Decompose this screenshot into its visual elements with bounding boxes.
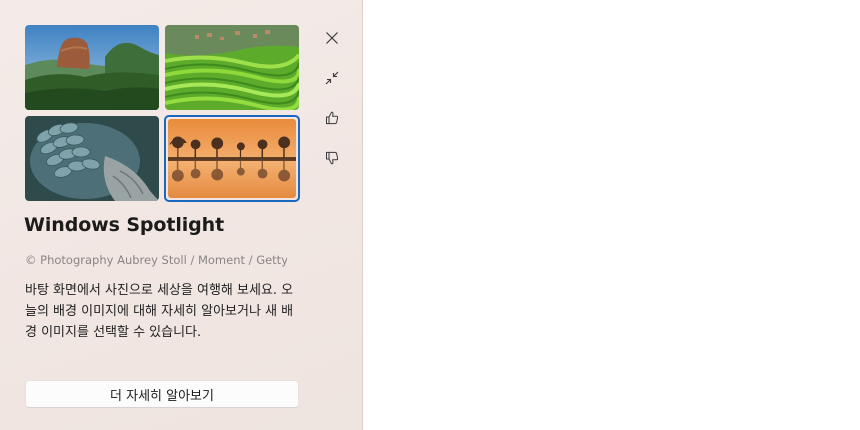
thumbnail-rice-terraces-image [165,25,299,110]
photo-credit: © Photography Aubrey Stoll / Moment / Ge… [25,253,287,267]
collapse-icon [325,71,339,85]
like-button[interactable] [318,104,346,132]
collapse-button[interactable] [318,64,346,92]
thumbs-up-icon [326,111,339,125]
thumbnail-sunset-lake-image [168,119,296,198]
spotlight-description: 바탕 화면에서 사진으로 세상을 여행해 보세요. 오늘의 배경 이미지에 대해… [25,283,294,340]
thumbnail-rock-fortress-image [25,25,159,110]
thumbs-down-icon [326,151,339,165]
dislike-button[interactable] [318,144,346,172]
spotlight-panel: Windows Spotlight © Photography Aubrey S… [0,0,363,430]
thumbnail-sunset-lake-selected[interactable] [164,115,300,202]
close-icon [326,32,338,44]
close-button[interactable] [318,24,346,52]
learn-more-button[interactable]: 더 자세히 알아보기 [25,380,299,408]
thumbnail-rice-terraces[interactable] [165,25,299,110]
thumbnail-parrot-image [25,116,159,201]
thumbnail-rock-fortress[interactable] [25,25,159,110]
thumbnail-parrot[interactable] [25,116,159,201]
spotlight-title: Windows Spotlight [24,214,225,236]
